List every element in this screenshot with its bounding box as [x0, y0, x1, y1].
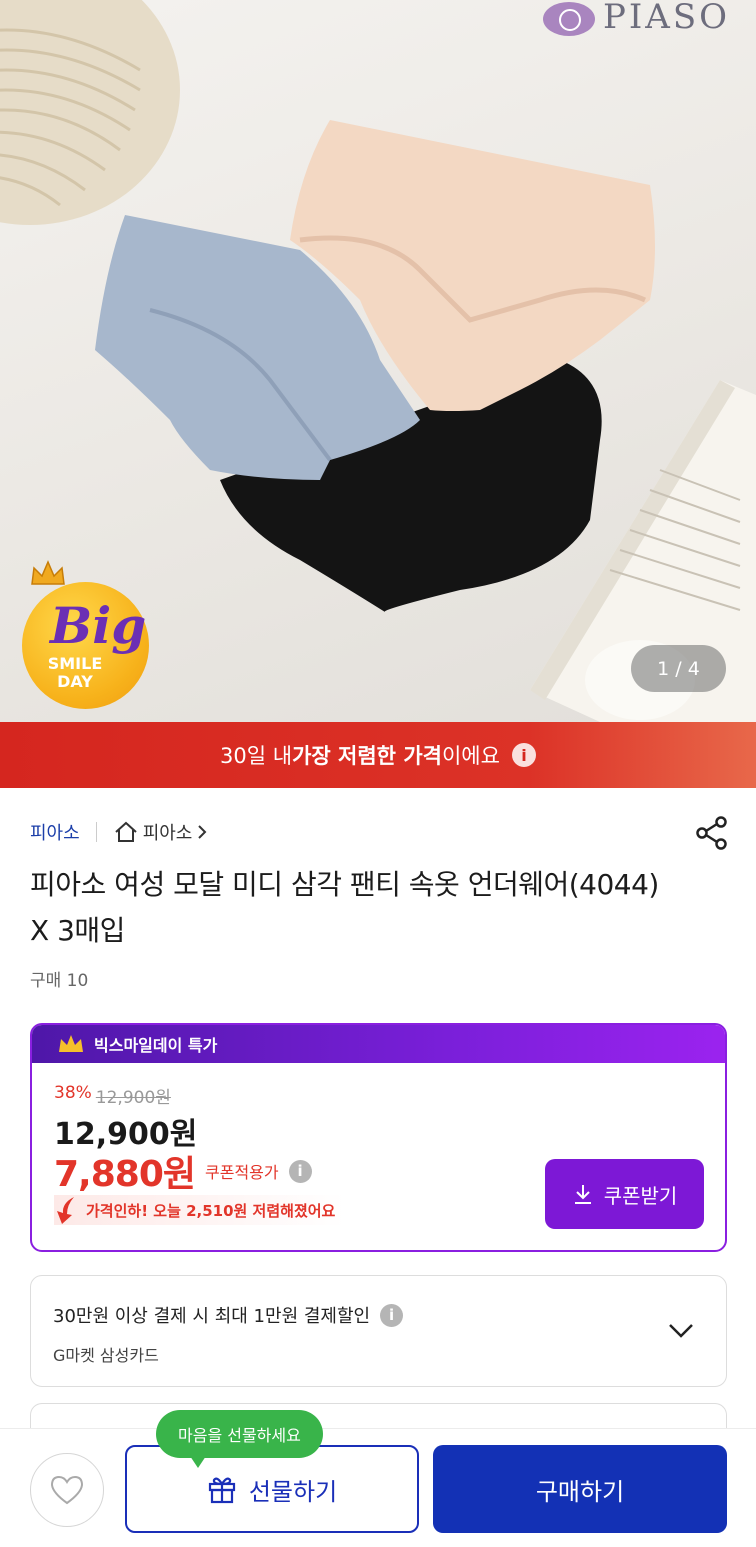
gift-tooltip: 마음을 선물하세요	[156, 1410, 323, 1468]
get-coupon-label: 쿠폰받기	[603, 1183, 678, 1208]
price-card-header: 빅스마일데이 특가	[32, 1025, 725, 1063]
discount-rate: 38%	[54, 1083, 92, 1103]
banner-highlight: 가장 저렴한 가격	[292, 744, 442, 768]
price-drop-note: 가격인하! 오늘 2,510원 저렴해졌어요	[54, 1195, 346, 1225]
buy-button[interactable]: 구매하기	[433, 1445, 727, 1533]
divider	[95, 822, 97, 842]
coupon-price-row: 7,880원 쿠폰적용가 i	[54, 1145, 312, 1197]
download-icon	[574, 1185, 591, 1204]
product-title: 피아소 여성 모달 미디 삼각 팬티 속옷 언더웨어(4044) X 3매입	[30, 868, 659, 947]
home-icon	[115, 821, 137, 842]
lowest-price-banner: 30일 내 가장 저렴한 가격 이에요 i	[0, 722, 756, 788]
crown-icon	[31, 560, 65, 585]
seller-row: 피아소 피아소	[30, 815, 208, 849]
heart-icon	[50, 1475, 84, 1505]
down-arrow-icon	[57, 1197, 74, 1224]
woven-mat-decoration	[0, 0, 180, 225]
big-smile-day-badge: Big SMILE DAY	[22, 560, 152, 710]
chevron-down-icon[interactable]	[667, 1318, 695, 1342]
coupon-price: 7,880원	[54, 1154, 196, 1195]
bottom-action-bar: 선물하기 구매하기	[0, 1428, 756, 1547]
image-page-indicator: 1 / 4	[631, 645, 726, 692]
wishlist-button[interactable]	[30, 1453, 104, 1527]
share-icon[interactable]	[694, 815, 730, 851]
store-label: 피아소	[142, 823, 193, 844]
badge-big-text: Big	[50, 596, 147, 655]
brand-mark-icon	[543, 2, 595, 36]
badge-smile-text: SMILE DAY	[47, 654, 103, 691]
product-image[interactable]: PIASO Big SMILE DAY 1 / 4	[0, 0, 756, 722]
banner-prefix: 30일 내	[220, 744, 293, 768]
card-discount-accordion[interactable]: 30만원 이상 결제 시 최대 1만원 결제할인 i G마켓 삼성카드	[30, 1275, 727, 1387]
card-name: G마켓 삼성카드	[53, 1346, 159, 1365]
store-link[interactable]: 피아소	[113, 819, 209, 845]
gift-button-label: 선물하기	[248, 1477, 338, 1506]
card-discount-title: 30만원 이상 결제 시 최대 1만원 결제할인 i	[53, 1302, 404, 1328]
info-icon[interactable]: i	[380, 1303, 404, 1327]
price-card: 빅스마일데이 특가 38% 12,900원 12,900원 7,880원 쿠폰적…	[30, 1023, 727, 1252]
get-coupon-button[interactable]: 쿠폰받기	[545, 1159, 704, 1229]
purchase-count: 구매 10	[30, 971, 89, 991]
gift-button[interactable]: 선물하기	[125, 1445, 419, 1533]
chevron-right-icon	[198, 825, 207, 839]
info-icon[interactable]: i	[511, 743, 536, 767]
brand-wordmark: PIASO	[603, 0, 731, 37]
info-icon[interactable]: i	[288, 1159, 312, 1183]
seller-name-link[interactable]: 피아소	[30, 819, 80, 845]
original-price: 12,900원	[95, 1088, 171, 1108]
brand-logo: PIASO	[543, 0, 733, 38]
banner-suffix: 이에요	[441, 744, 500, 768]
crown-icon	[59, 1035, 83, 1052]
gift-icon	[208, 1477, 235, 1504]
coupon-note: 쿠폰적용가	[205, 1163, 279, 1182]
discount-row: 38% 12,900원	[54, 1083, 171, 1108]
price-card-title: 빅스마일데이 특가	[94, 1036, 218, 1055]
